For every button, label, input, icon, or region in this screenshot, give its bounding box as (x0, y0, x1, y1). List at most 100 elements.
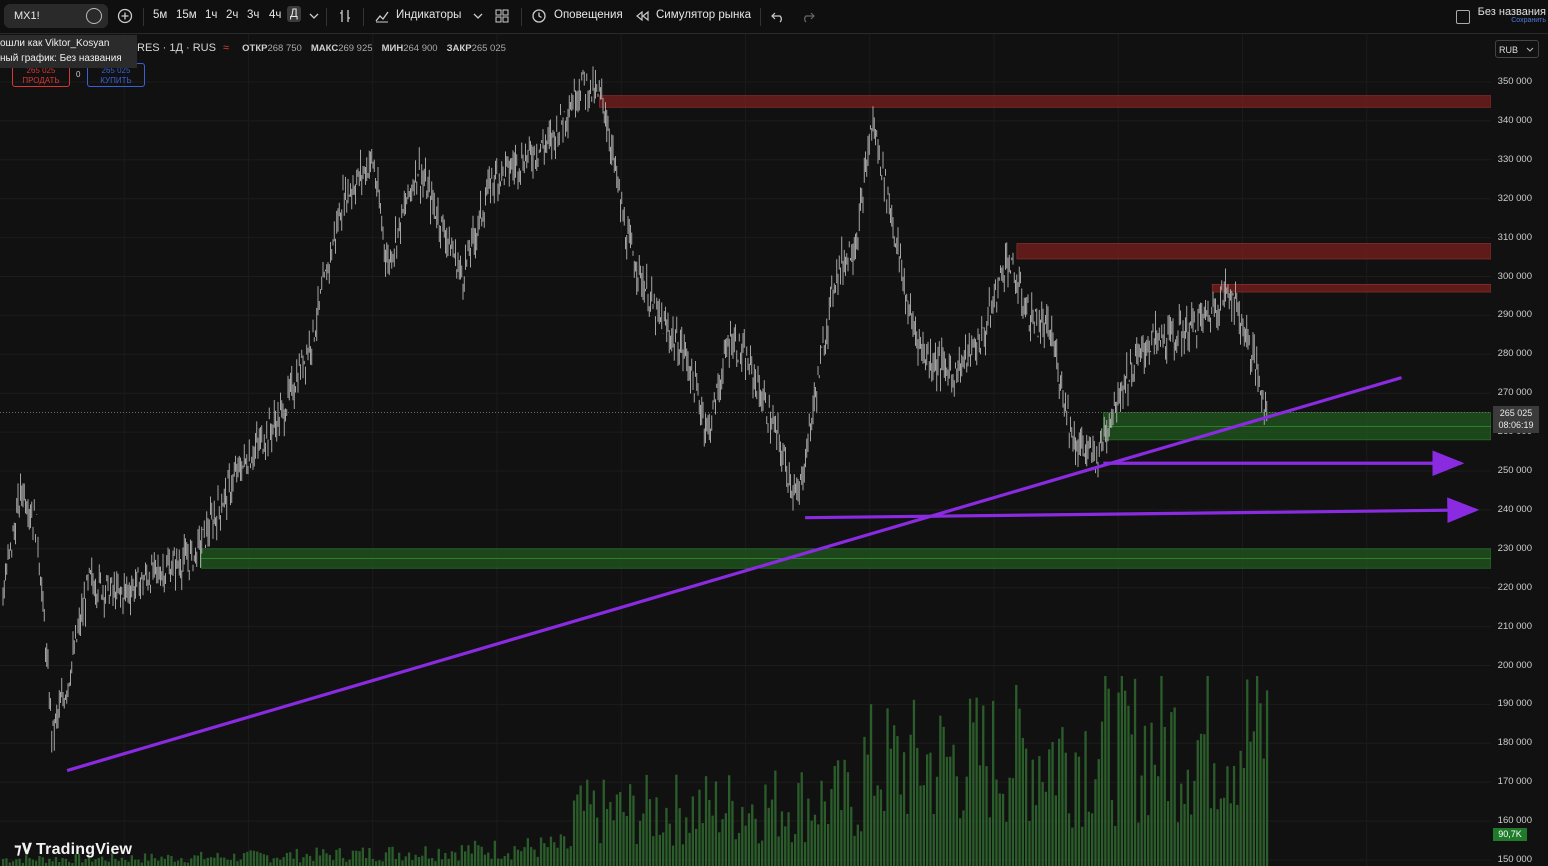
price-tick-label: 350 000 (1497, 76, 1532, 87)
volume-bar (1259, 703, 1262, 866)
tradingview-logo[interactable]: ⁊𝐕 TradingView (14, 840, 132, 859)
volume-bar (325, 853, 328, 866)
volume-bar (721, 819, 724, 866)
volume-bar (1071, 827, 1074, 866)
alert-clock-icon[interactable] (531, 8, 547, 24)
volume-bar (533, 849, 536, 866)
indicators-icon[interactable] (374, 8, 390, 24)
market-replay-button[interactable]: Симулятор рынка (656, 9, 751, 21)
fullscreen-checkbox-icon[interactable] (1456, 10, 1470, 24)
price-axis[interactable]: 350 000 340 000 330 000 320 000 310 000 300 0… (1491, 34, 1548, 866)
volume-bar (1160, 676, 1163, 866)
volume-bar (431, 857, 434, 866)
replay-rewind-icon[interactable] (634, 8, 650, 24)
volume-bar (114, 858, 117, 866)
volume-bar (223, 857, 226, 866)
volume-bar (945, 756, 949, 866)
volume-bar (856, 824, 859, 866)
symbol-info-icon[interactable] (86, 8, 102, 24)
volume-bar (668, 823, 671, 866)
compare-add-icon[interactable] (117, 8, 133, 24)
volume-bar (1127, 705, 1130, 866)
legend-title[interactable]: RES · 1Д · RUS (137, 42, 216, 54)
price-tick-label: 310 000 (1497, 231, 1532, 243)
volume-bar (883, 810, 886, 866)
symbol-name[interactable]: MX1! (14, 10, 40, 22)
volume-bar (827, 824, 830, 866)
currency-label: RUB (1499, 45, 1519, 55)
volume-bar (35, 860, 38, 866)
volume-bar (480, 846, 483, 866)
volume-bar (800, 772, 803, 866)
volume-bar (64, 858, 67, 866)
volume-bar (516, 849, 520, 866)
redo-icon[interactable] (800, 8, 816, 24)
volume-bar (1077, 756, 1081, 866)
current-price: 265 025 (1499, 408, 1533, 418)
chevron-down-icon[interactable] (306, 8, 322, 24)
volume-bar (81, 862, 84, 866)
volume-bar (866, 754, 869, 866)
volume-bar (665, 807, 668, 866)
volume-bar (1143, 725, 1147, 866)
layout-name[interactable]: Без названия Сохранить (1478, 6, 1546, 24)
symbol-search[interactable]: MX1! (4, 4, 108, 28)
undo-icon[interactable] (770, 8, 786, 24)
volume-bar (206, 857, 209, 866)
volume-bar (546, 847, 549, 866)
volume-bar (678, 808, 681, 866)
volume-bar (658, 834, 661, 866)
alerts-button[interactable]: Оповещения (554, 9, 623, 21)
volume-bar (394, 858, 397, 866)
volume-bar (173, 861, 176, 866)
volume-bar (160, 856, 163, 866)
volume-bar (645, 774, 648, 866)
volume-bar (84, 859, 87, 866)
timeframe-3h[interactable]: 3ч (247, 9, 259, 21)
volume-bar (368, 847, 371, 866)
volume-bar (388, 847, 391, 866)
volume-bar (31, 859, 34, 866)
volume-bar (1018, 708, 1021, 866)
timeframe-15m[interactable]: 15м (176, 9, 197, 21)
save-layout-link[interactable]: Сохранить (1478, 17, 1546, 24)
open-label: ОТКР (242, 43, 268, 54)
timeframe-5m[interactable]: 5м (153, 9, 167, 21)
volume-bar (1041, 781, 1044, 866)
price-chart[interactable] (0, 34, 1491, 866)
indicators-button[interactable]: Индикаторы (396, 9, 461, 21)
volume-bar (569, 846, 572, 866)
volume-bar (968, 698, 972, 866)
timeframe-1h[interactable]: 1ч (205, 9, 217, 21)
chevron-down-icon[interactable] (470, 8, 486, 24)
volume-bar (916, 747, 919, 866)
price-tick-label: 270 000 (1497, 387, 1532, 399)
toolbar-divider (521, 8, 522, 26)
volume-bar (361, 847, 364, 866)
volume-bar (836, 760, 840, 866)
approx-icon: ≈ (223, 42, 230, 54)
trend-line (66, 376, 1402, 773)
currency-selector[interactable]: RUB (1495, 40, 1539, 58)
volume-bar (998, 793, 1001, 866)
timeframe-1d[interactable]: Д (287, 6, 301, 22)
volume-bar (681, 844, 685, 866)
volume-bar (470, 853, 473, 866)
toolbar-divider (143, 8, 144, 26)
volume-bar (236, 861, 239, 866)
volume-bar (596, 817, 599, 866)
bar-type-icon[interactable] (337, 8, 353, 24)
volume-bar (869, 704, 873, 866)
volume-bar (582, 810, 586, 866)
volume-bar (691, 796, 694, 866)
volume-bar (1025, 748, 1028, 866)
volume-bar (513, 846, 516, 866)
timeframe-4h[interactable]: 4ч (269, 9, 281, 21)
volume-bar (11, 861, 15, 866)
volume-bar (1180, 783, 1183, 866)
timeframe-2h[interactable]: 2ч (226, 9, 238, 21)
layout-grid-icon[interactable] (494, 8, 510, 24)
volume-bar (728, 775, 731, 866)
volume-bar (351, 850, 355, 866)
volume-bar (685, 817, 688, 866)
